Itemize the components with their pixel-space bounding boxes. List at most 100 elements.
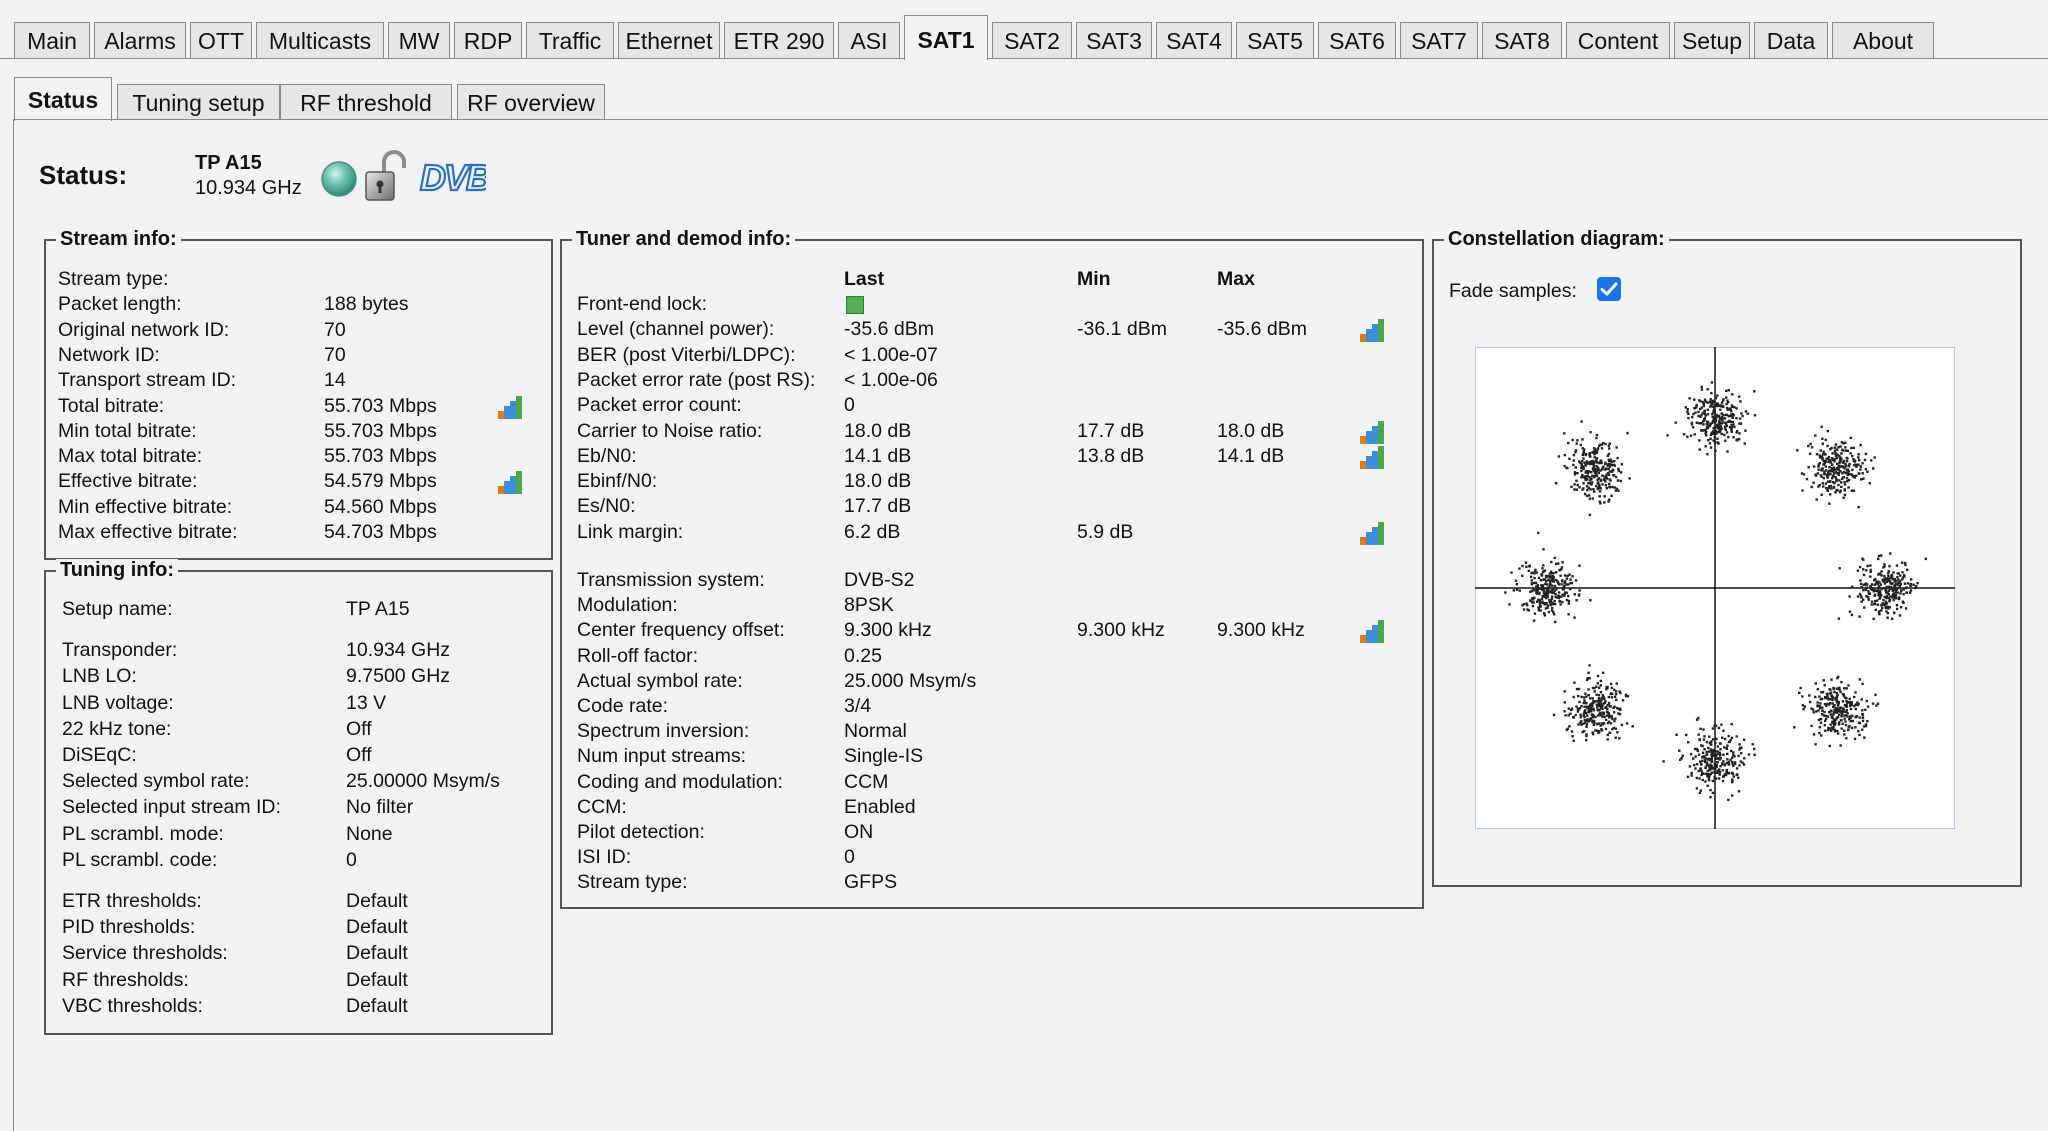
tab-sat2[interactable]: SAT2 [992, 22, 1072, 58]
tuner-last-value: 0 [844, 394, 855, 417]
tuner-label: Coding and modulation: [577, 770, 783, 793]
tuner-demod-title: Tuner and demod info: [572, 228, 796, 251]
tuning-info-value: 10.934 GHz [346, 639, 451, 662]
stream-info-value: 54.579 Mbps [324, 470, 437, 493]
bar-chart-icon[interactable] [1359, 521, 1385, 545]
tuner-label: Actual symbol rate: [577, 669, 743, 692]
constellation-plot [1475, 347, 1955, 829]
tuner-demod-panel: Tuner and demod info: Last Min Max Front… [560, 228, 1424, 909]
tab-sat3[interactable]: SAT3 [1076, 22, 1152, 58]
padlock-icon [365, 150, 406, 201]
tab-setup[interactable]: Setup [1674, 22, 1750, 58]
col-header-last: Last [844, 268, 885, 290]
tab-traffic[interactable]: Traffic [526, 22, 614, 58]
bar-chart-icon[interactable] [1359, 445, 1385, 469]
stream-info-label: Transport stream ID: [58, 369, 237, 392]
tuning-info-value: 25.00000 Msym/s [346, 770, 500, 793]
stream-info-value: 55.703 Mbps [324, 419, 437, 442]
stream-info-value: 14 [324, 369, 346, 392]
tuning-info-value: No filter [346, 796, 414, 819]
tuner-label: ISI ID: [577, 846, 632, 869]
tuner-label: Spectrum inversion: [577, 720, 750, 743]
bar-chart-icon[interactable] [1359, 619, 1385, 644]
bar-chart-icon[interactable] [497, 470, 523, 495]
tuning-info-label: 22 kHz tone: [62, 717, 172, 740]
main-tab-bar: Main Alarms OTT Multicasts MW RDP Traffic Ether… [0, 0, 2048, 60]
tuning-info-label: Transponder: [62, 639, 178, 662]
tuning-info-label: Selected input stream ID: [62, 796, 281, 819]
tuning-info-value: Default [346, 968, 408, 991]
subtab-tuning-setup[interactable]: Tuning setup [117, 84, 280, 120]
tab-etr-290[interactable]: ETR 290 [724, 22, 834, 58]
fade-samples-checkbox[interactable] [1597, 277, 1621, 301]
tab-sat4[interactable]: SAT4 [1156, 22, 1232, 58]
subtab-status[interactable]: Status [14, 77, 112, 121]
tab-about[interactable]: About [1832, 22, 1934, 58]
tuner-label: Code rate: [577, 695, 669, 717]
tuner-last-value: 3/4 [844, 695, 872, 717]
signal-led-icon [321, 161, 357, 197]
bar-chart-icon[interactable] [1359, 318, 1385, 343]
tuner-min-value: 13.8 dB [1077, 444, 1145, 467]
tuner-label: Modulation: [577, 594, 678, 617]
tuner-min-value: 5.9 dB [1077, 520, 1134, 543]
stream-info-value: 54.560 Mbps [324, 495, 437, 518]
tab-alarms[interactable]: Alarms [94, 22, 186, 58]
tuner-label: Eb/N0: [577, 444, 637, 467]
tuner-last-value: 25.000 Msym/s [844, 669, 977, 692]
tuner-label: Center frequency offset: [577, 619, 785, 642]
tuning-info-label: ETR thresholds: [62, 890, 202, 912]
tuner-last-value: < 1.00e-06 [844, 368, 938, 391]
bar-chart-icon[interactable] [497, 395, 523, 419]
tab-sat8[interactable]: SAT8 [1482, 22, 1562, 58]
tab-asi[interactable]: ASI [838, 22, 900, 58]
tuner-last-value: 9.300 kHz [844, 619, 932, 642]
tuner-last-value: 18.0 dB [844, 419, 912, 442]
subtab-rf-threshold[interactable]: RF threshold [280, 84, 452, 120]
tuning-info-value: 0 [346, 848, 357, 871]
sub-tab-bar: Status Tuning setup RF threshold RF overvie… [14, 77, 2048, 121]
tuner-last-value: 18.0 dB [844, 470, 912, 493]
tab-multicasts[interactable]: Multicasts [256, 22, 384, 58]
tab-ott[interactable]: OTT [190, 22, 252, 58]
tuner-last-value: 14.1 dB [844, 444, 912, 467]
tuner-last-value: Enabled [844, 795, 916, 818]
stream-info-label: Min total bitrate: [58, 419, 197, 442]
fade-samples-label: Fade samples: [1449, 280, 1577, 302]
subtab-rf-overview[interactable]: RF overview [457, 84, 605, 120]
tuner-label: Packet error rate (post RS): [577, 368, 816, 391]
constellation-title: Constellation diagram: [1444, 228, 1669, 251]
bar-chart-icon[interactable] [1359, 420, 1385, 444]
tab-ethernet[interactable]: Ethernet [618, 22, 720, 58]
tab-sat1[interactable]: SAT1 [904, 15, 988, 60]
tuning-info-label: LNB voltage: [62, 691, 174, 714]
tab-main[interactable]: Main [14, 22, 90, 58]
stream-info-label: Network ID: [58, 343, 160, 366]
stream-info-title: Stream info: [56, 228, 181, 251]
tuner-last-value: 0 [844, 846, 855, 869]
tab-mw[interactable]: MW [388, 22, 450, 58]
tab-sat6[interactable]: SAT6 [1318, 22, 1396, 58]
content-left-border [13, 119, 14, 1131]
tab-data[interactable]: Data [1754, 22, 1828, 58]
stream-info-value: 55.703 Mbps [324, 394, 437, 417]
tuner-label: Link margin: [577, 520, 684, 543]
tuning-info-label: PL scrambl. mode: [62, 822, 224, 845]
tab-sat5[interactable]: SAT5 [1236, 22, 1314, 58]
tab-content[interactable]: Content [1566, 22, 1670, 58]
stream-info-label: Max total bitrate: [58, 445, 203, 468]
tuner-label: Transmission system: [577, 569, 765, 591]
tab-rdp[interactable]: RDP [454, 22, 522, 58]
tuning-info-value: Default [346, 942, 408, 965]
tuner-label: Roll-off factor: [577, 644, 699, 667]
tuner-max-value: 14.1 dB [1217, 444, 1285, 467]
tuner-last-value: Normal [844, 720, 907, 743]
tuner-max-value: 9.300 kHz [1217, 619, 1305, 642]
tuning-info-label: LNB LO: [62, 665, 137, 688]
stream-info-value: 55.703 Mbps [324, 445, 437, 468]
tab-sat7[interactable]: SAT7 [1400, 22, 1478, 58]
tuner-label: BER (post Viterbi/LDPC): [577, 343, 796, 366]
tp-name: TP A15 [195, 152, 262, 174]
tuning-info-value: Default [346, 916, 408, 939]
stream-info-panel: Stream info: Stream type: Packet length: 1… [44, 228, 553, 560]
